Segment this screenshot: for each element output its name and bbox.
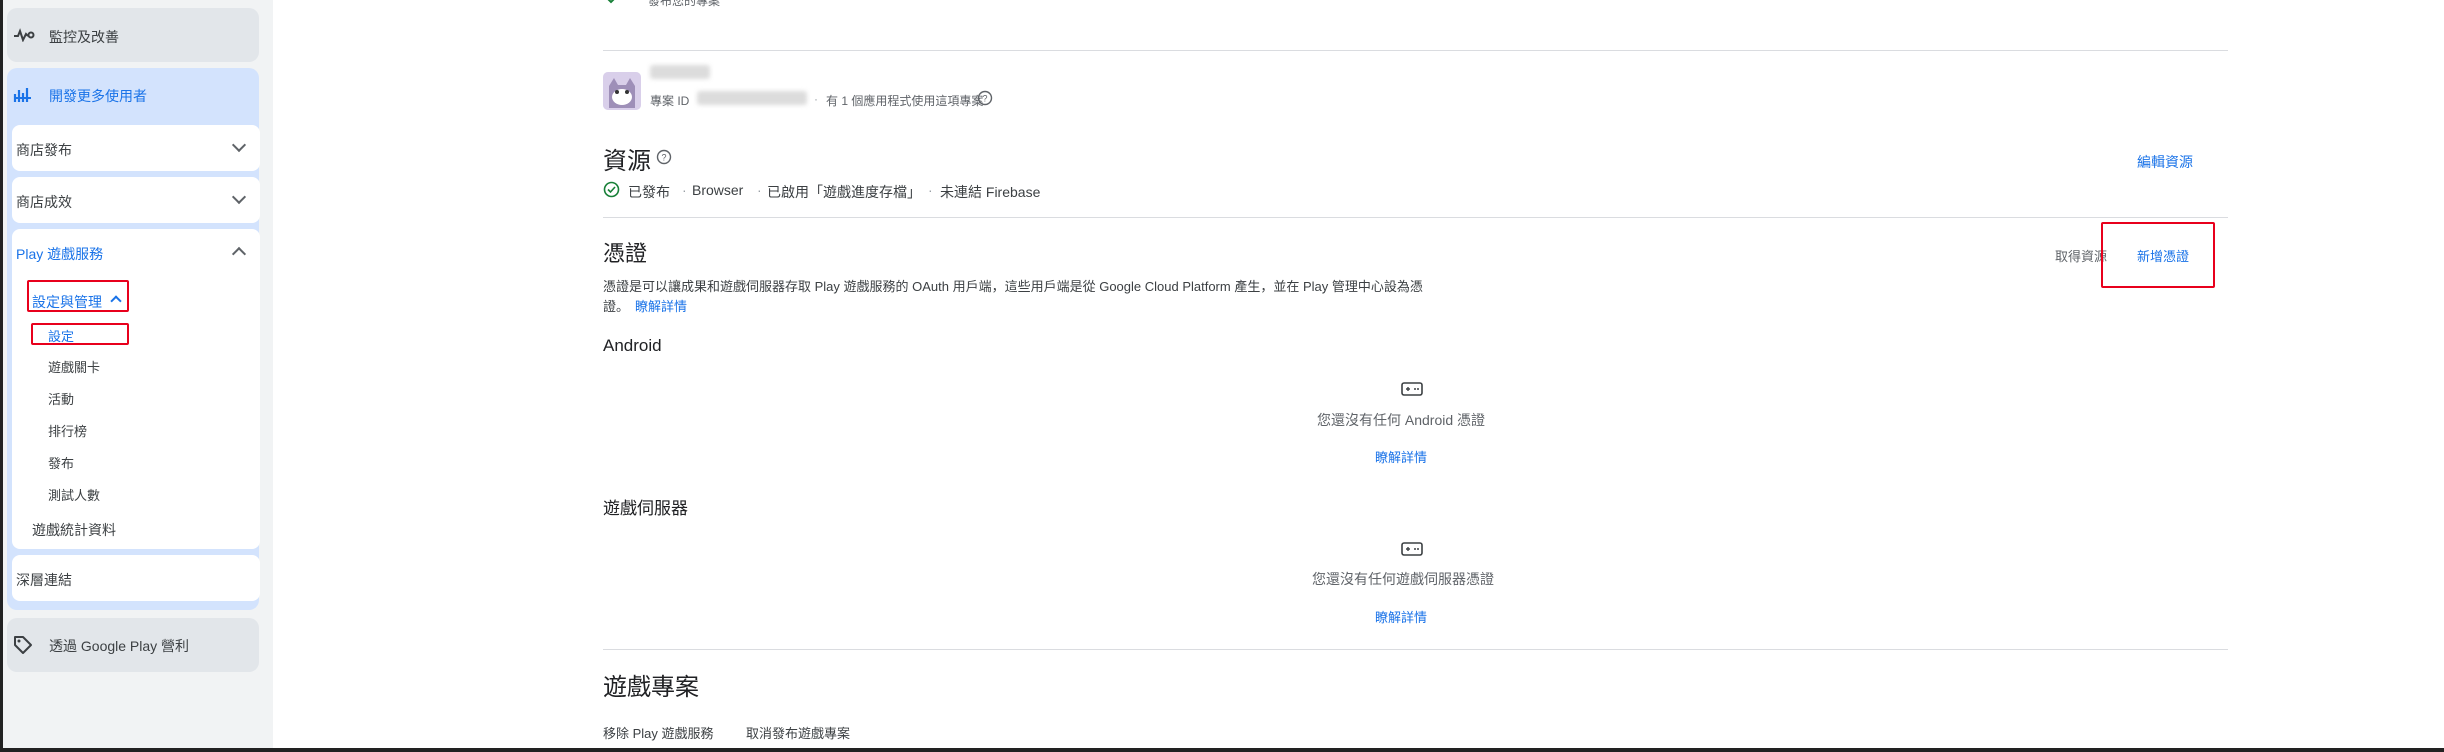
check-icon bbox=[606, 0, 620, 10]
gamepad-icon bbox=[1401, 542, 1423, 561]
tag-icon bbox=[13, 635, 33, 660]
sidebar-section-label[interactable]: 開發更多使用者 bbox=[49, 86, 147, 106]
sidebar-item-label: 深層連結 bbox=[16, 572, 72, 588]
resource-firebase: 未連結 Firebase bbox=[940, 184, 1041, 200]
separator-dot: · bbox=[928, 182, 933, 198]
annotation-box-settings bbox=[31, 323, 129, 345]
resource-status: 已發布 bbox=[628, 184, 670, 200]
separator-dot: · bbox=[682, 182, 687, 198]
main-content: 發布您的專案 專案 ID · 有 1 個應用程式使用這項專案 ? 資源 ? 編輯… bbox=[273, 0, 2444, 748]
sidebar-item-store-presence[interactable]: 商店發布 bbox=[12, 125, 260, 171]
sidebar-subitem[interactable]: 排行榜 bbox=[48, 421, 87, 440]
sidebar-item-store-performance[interactable]: 商店成效 bbox=[12, 177, 260, 223]
annotation-box-setup bbox=[27, 280, 129, 312]
game-server-empty-text: 您還沒有任何遊戲伺服器憑證 bbox=[1312, 571, 1494, 587]
svg-text:?: ? bbox=[661, 153, 666, 163]
sidebar-item-pgs[interactable]: Play 遊戲服務 bbox=[16, 244, 103, 264]
sidebar-item-label: 監控及改善 bbox=[49, 29, 119, 45]
project-apps-text: 有 1 個應用程式使用這項專案 bbox=[826, 94, 984, 108]
project-name-redacted bbox=[650, 65, 710, 79]
credentials-description: 憑證是可以讓成果和遊戲伺服器存取 Play 遊戲服務的 OAuth 用戶端，這些… bbox=[603, 279, 1423, 294]
project-avatar bbox=[603, 72, 641, 110]
window-frame-bottom bbox=[0, 748, 2444, 752]
gamepad-icon bbox=[1401, 382, 1423, 401]
activity-icon bbox=[13, 28, 35, 47]
remove-pgs-link[interactable]: 移除 Play 遊戲服務 bbox=[603, 723, 714, 742]
sidebar-item-deep-links[interactable]: 深層連結 bbox=[12, 555, 260, 601]
project-id-label: 專案 ID bbox=[650, 94, 690, 108]
divider bbox=[603, 649, 2228, 650]
sidebar-subitem[interactable]: 測試人數 bbox=[48, 485, 100, 504]
game-server-learn-more-link[interactable]: 瞭解詳情 bbox=[1375, 607, 1427, 626]
resource-saved-games: 已啟用「遊戲進度存檔」 bbox=[767, 184, 921, 200]
android-learn-more-link[interactable]: 瞭解詳情 bbox=[1375, 447, 1427, 466]
project-id-redacted bbox=[697, 91, 807, 105]
chevron-down-icon bbox=[231, 189, 247, 205]
credentials-learn-more-link[interactable]: 瞭解詳情 bbox=[635, 296, 687, 315]
chevron-down-icon bbox=[231, 137, 247, 153]
android-credentials-title: Android bbox=[603, 336, 662, 355]
game-server-credentials-title: 遊戲伺服器 bbox=[603, 499, 688, 518]
svg-text:?: ? bbox=[982, 94, 987, 104]
annotation-box-add-credential bbox=[2101, 222, 2215, 288]
sidebar-item-game-stats[interactable]: 遊戲統計資料 bbox=[32, 520, 116, 540]
grow-icon bbox=[13, 84, 33, 109]
separator-dot: · bbox=[757, 182, 762, 198]
published-text-partial: 發布您的專案 bbox=[648, 0, 721, 8]
sidebar-item-monetize[interactable]: 透過 Google Play 營利 bbox=[7, 618, 259, 672]
sidebar-item-label: 商店成效 bbox=[16, 194, 72, 210]
check-circle-icon bbox=[603, 181, 620, 203]
sidebar-subitem[interactable]: 發布 bbox=[48, 453, 74, 472]
divider bbox=[603, 217, 2228, 218]
credentials-description-cont: 證。 bbox=[603, 299, 630, 314]
sidebar-item-monitor[interactable]: 監控及改善 bbox=[7, 8, 259, 62]
sidebar: 監控及改善 開發更多使用者 商店發布 商店成效 Play 遊戲服務 設定與管理 … bbox=[3, 0, 273, 752]
sidebar-item-label: 商店發布 bbox=[16, 142, 72, 158]
resources-title: 資源 bbox=[603, 148, 651, 175]
sidebar-subitem[interactable]: 活動 bbox=[48, 389, 74, 408]
sidebar-group-pgs: Play 遊戲服務 設定與管理 設定 遊戲關卡 活動 排行榜 發布 測試人數 遊… bbox=[12, 229, 260, 549]
help-icon[interactable]: ? bbox=[977, 90, 993, 111]
sidebar-section-grow: 開發更多使用者 商店發布 商店成效 Play 遊戲服務 設定與管理 設定 遊戲關… bbox=[7, 68, 260, 610]
credentials-title: 憑證 bbox=[603, 241, 648, 266]
resource-platform: Browser bbox=[692, 182, 744, 198]
unpublish-project-link[interactable]: 取消發布遊戲專案 bbox=[746, 723, 850, 742]
get-resources-link[interactable]: 取得資源 bbox=[2055, 246, 2107, 265]
divider bbox=[603, 50, 2228, 51]
sidebar-subitem[interactable]: 遊戲關卡 bbox=[48, 357, 100, 376]
help-icon[interactable]: ? bbox=[656, 149, 672, 170]
chevron-up-icon[interactable] bbox=[231, 246, 247, 262]
edit-resources-link[interactable]: 編輯資源 bbox=[2137, 152, 2193, 172]
sidebar-item-label: 透過 Google Play 營利 bbox=[49, 638, 190, 654]
android-empty-text: 您還沒有任何 Android 憑證 bbox=[1317, 412, 1486, 428]
game-project-title: 遊戲專案 bbox=[603, 674, 699, 701]
separator-dot: · bbox=[814, 92, 818, 106]
